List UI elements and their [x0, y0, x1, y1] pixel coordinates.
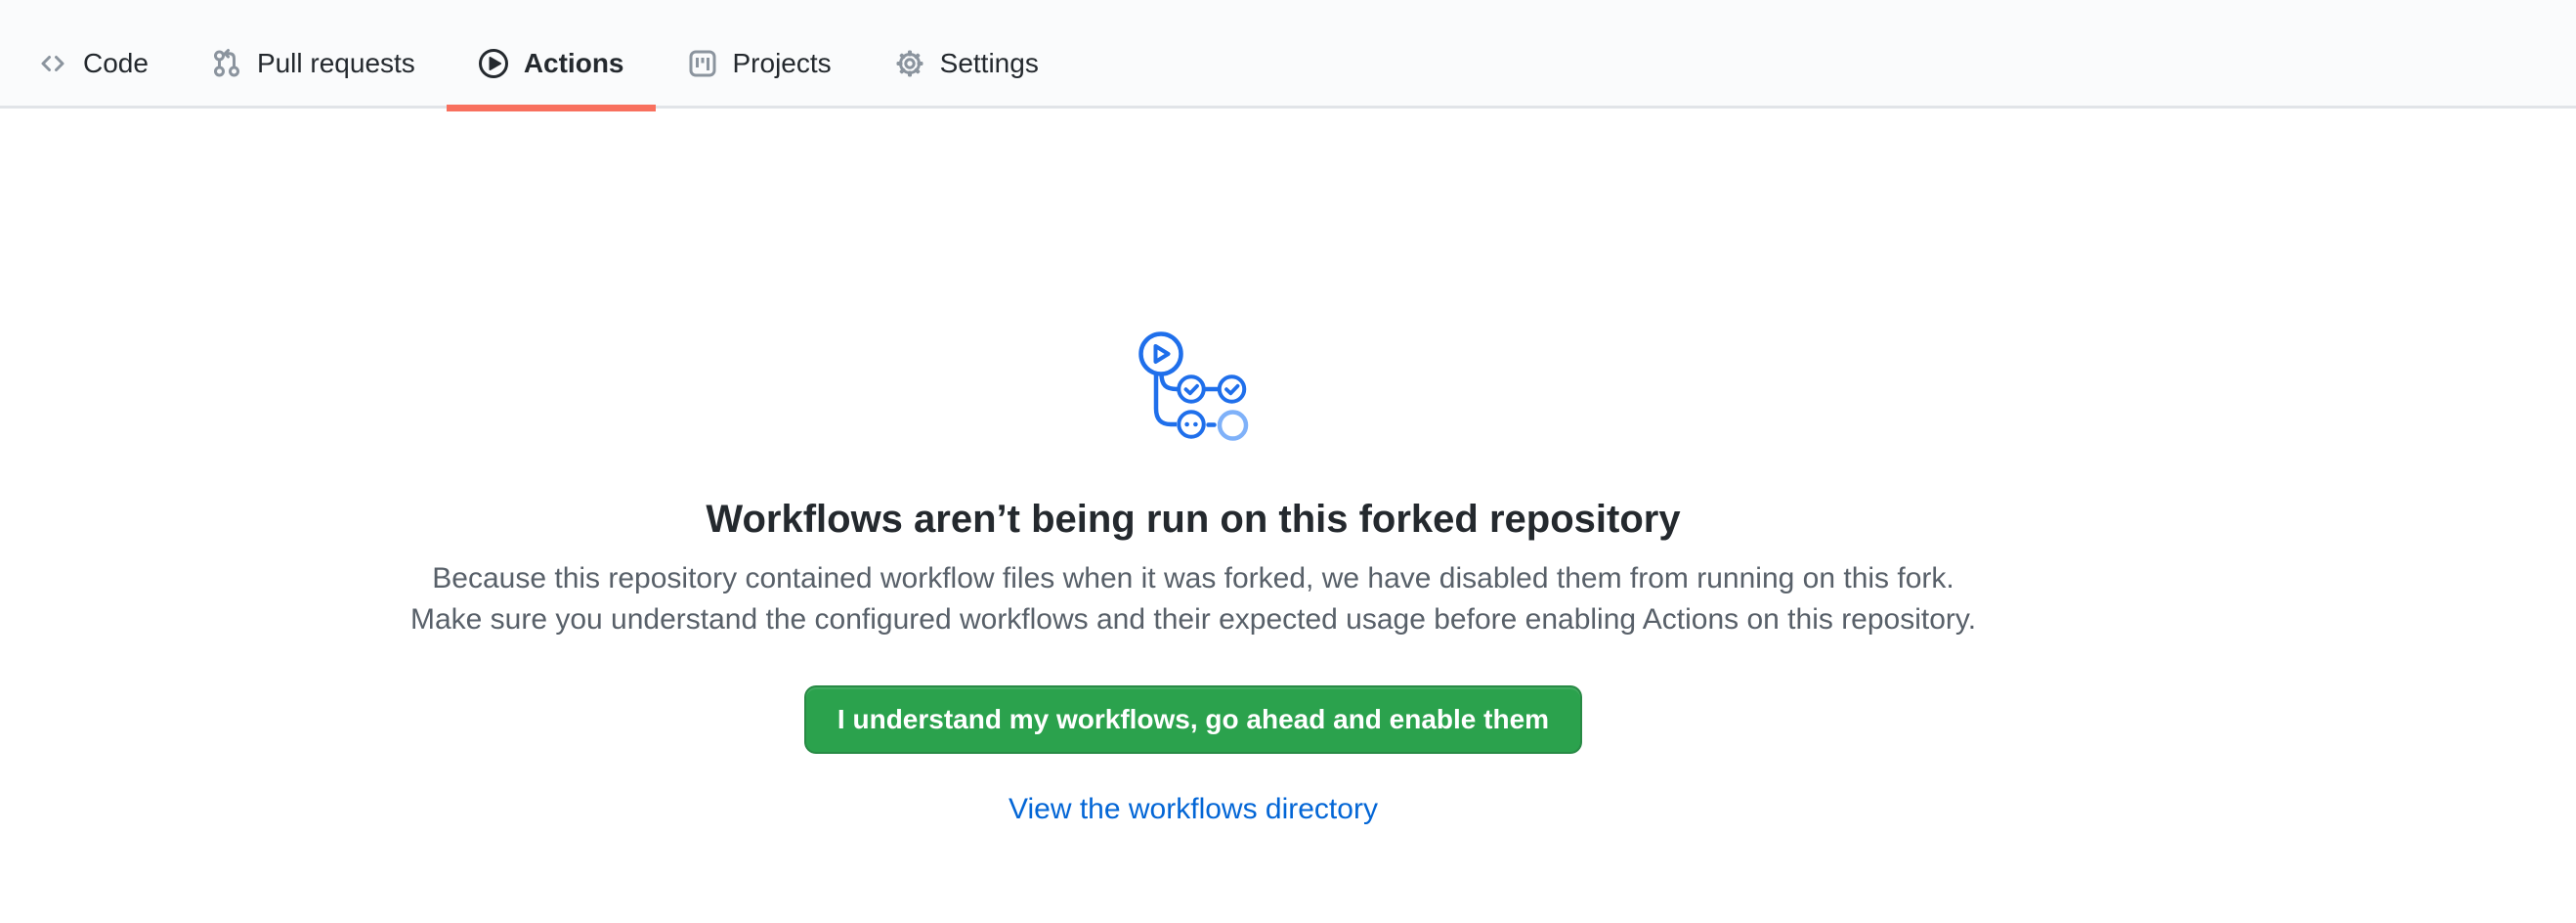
workflow-graph-icon — [397, 330, 1990, 451]
blankslate: Workflows aren’t being run on this forke… — [397, 330, 1990, 826]
tab-label: Projects — [733, 50, 832, 77]
play-circle-icon — [478, 48, 509, 79]
view-workflows-directory-link[interactable]: View the workflows directory — [1009, 793, 1378, 825]
tab-settings[interactable]: Settings — [863, 0, 1070, 109]
tab-label: Code — [83, 50, 149, 77]
project-icon — [687, 48, 718, 79]
git-pull-request-icon — [211, 48, 242, 79]
tab-pull-requests[interactable]: Pull requests — [180, 0, 447, 109]
blankslate-description: Because this repository contained workfl… — [397, 558, 1990, 640]
tab-label: Pull requests — [257, 50, 415, 77]
tab-projects[interactable]: Projects — [656, 0, 863, 109]
tab-actions[interactable]: Actions — [447, 0, 656, 109]
tab-label: Actions — [524, 50, 624, 77]
code-icon — [37, 48, 68, 79]
link-row: View the workflows directory — [397, 793, 1990, 826]
repo-tab-bar: Code Pull requests Actions — [0, 0, 2576, 109]
gear-icon — [894, 48, 925, 79]
tab-label: Settings — [940, 50, 1039, 77]
enable-workflows-button[interactable]: I understand my workflows, go ahead and … — [804, 685, 1582, 754]
tab-code[interactable]: Code — [6, 0, 180, 109]
blankslate-title: Workflows aren’t being run on this forke… — [397, 496, 1990, 543]
